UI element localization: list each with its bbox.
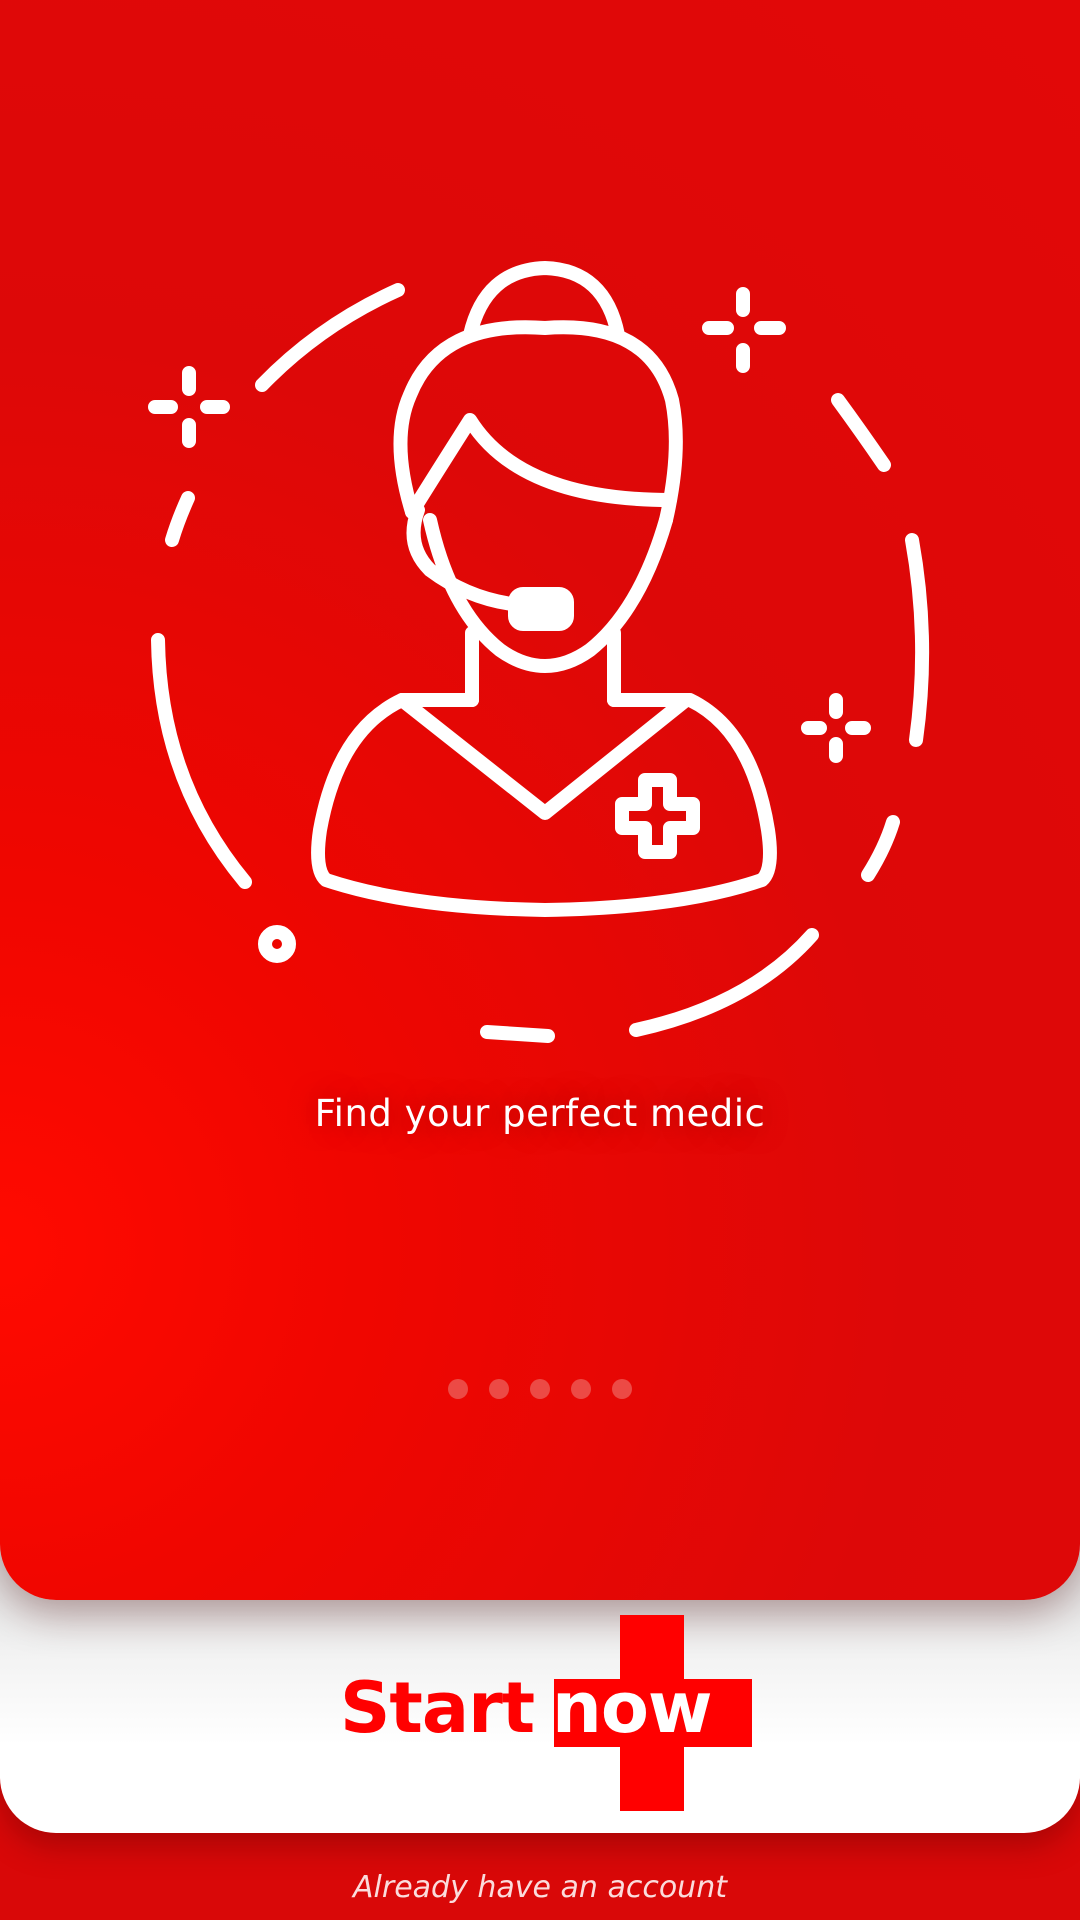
onboarding-hero: Find your perfect medic bbox=[0, 0, 1080, 1600]
page-dot[interactable] bbox=[571, 1379, 591, 1399]
page-dot[interactable] bbox=[612, 1379, 632, 1399]
onboarding-tagline: Find your perfect medic bbox=[314, 1092, 766, 1135]
now-label: now bbox=[552, 1667, 713, 1749]
page-dot[interactable] bbox=[448, 1379, 468, 1399]
start-label: Start bbox=[340, 1667, 535, 1749]
page-indicator bbox=[0, 1379, 1080, 1399]
page-dot[interactable] bbox=[530, 1379, 550, 1399]
nurse-headset-icon bbox=[148, 261, 930, 1043]
already-have-account-link[interactable]: Already have an account bbox=[0, 1870, 1080, 1905]
start-now-button[interactable]: Start now bbox=[340, 1615, 760, 1815]
page-dot[interactable] bbox=[489, 1379, 509, 1399]
